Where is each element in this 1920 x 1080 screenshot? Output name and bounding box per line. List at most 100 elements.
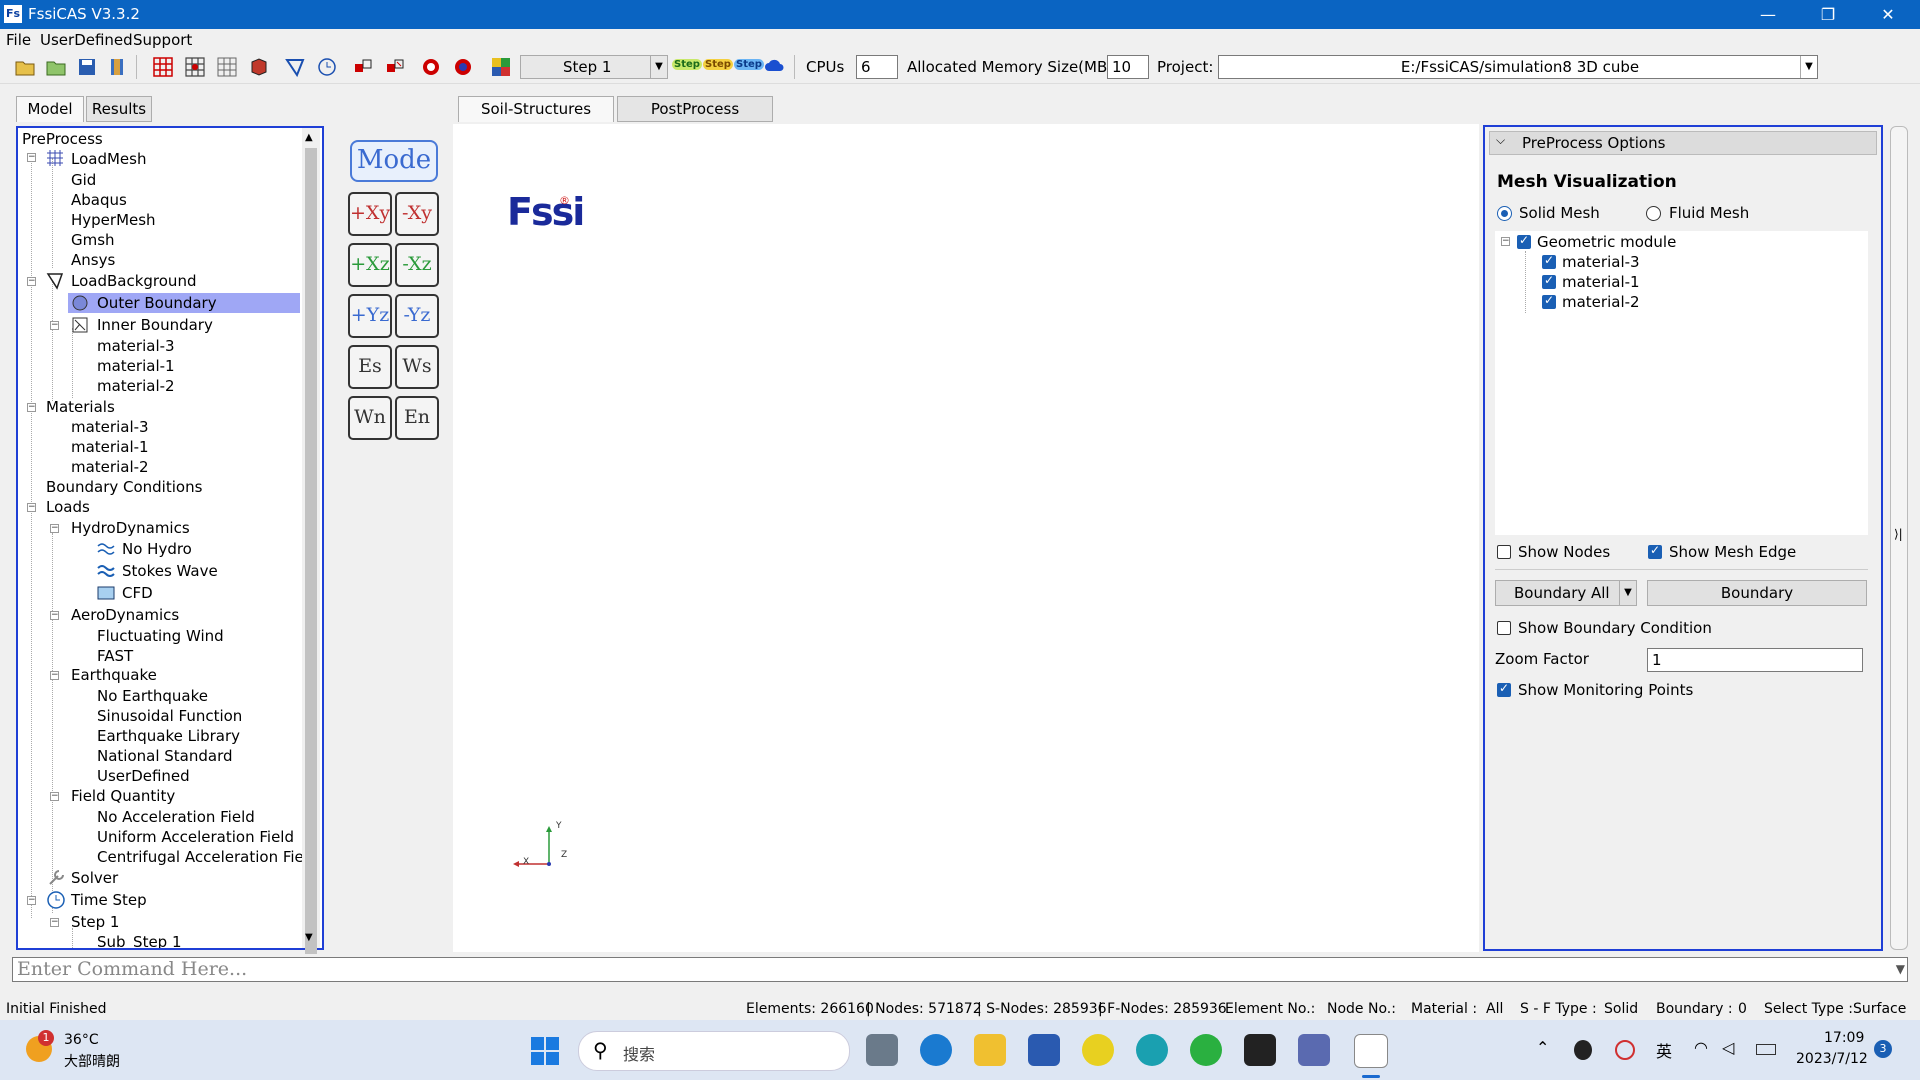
tree-mesh-hypermesh[interactable]: HyperMesh — [71, 211, 156, 229]
view-plus-xy-button[interactable]: +Xy — [348, 192, 392, 236]
solid-mesh-radio[interactable] — [1497, 206, 1512, 221]
tree-field-quantity[interactable]: Field Quantity — [71, 787, 175, 805]
tab-soil-structures[interactable]: Soil-Structures — [458, 96, 614, 122]
tree-stokes-wave[interactable]: Stokes Wave — [122, 562, 218, 580]
tree-loads[interactable]: Loads — [46, 498, 90, 516]
tree-boundary-conditions[interactable]: Boundary Conditions — [46, 478, 202, 496]
show-boundary-condition-checkbox[interactable] — [1497, 621, 1511, 635]
collapse-icon[interactable]: − — [50, 611, 59, 620]
tree-mesh-ansys[interactable]: Ansys — [71, 251, 115, 269]
wechat-icon[interactable] — [1190, 1034, 1222, 1066]
tree-fast[interactable]: FAST — [97, 647, 133, 665]
view-wn-button[interactable]: Wn — [348, 396, 392, 440]
show-monitoring-points-checkbox[interactable] — [1497, 681, 1511, 697]
speaker-icon[interactable]: ◁ — [1722, 1038, 1734, 1057]
mesh-grid-icon[interactable] — [216, 56, 238, 78]
tree-material-3[interactable]: material-3 — [71, 418, 149, 436]
tree-cfd[interactable]: CFD — [122, 584, 153, 602]
tree-step-1[interactable]: Step 1 — [71, 913, 119, 931]
mesh-grid-red-icon[interactable] — [152, 56, 174, 78]
view-es-button[interactable]: Es — [348, 345, 392, 389]
show-mesh-edge-checkbox[interactable] — [1648, 543, 1662, 559]
ime-indicator[interactable]: 英 — [1656, 1038, 1672, 1062]
tree-earthquake[interactable]: Earthquake — [71, 666, 157, 684]
tree-sinusoidal-function[interactable]: Sinusoidal Function — [97, 707, 242, 725]
tree-materials[interactable]: Materials — [46, 398, 115, 416]
tree-material-2[interactable]: material-2 — [71, 458, 149, 476]
collapse-icon[interactable]: − — [27, 503, 36, 512]
terminal-icon[interactable] — [1244, 1034, 1276, 1066]
close-button[interactable]: ✕ — [1860, 0, 1916, 29]
remove-structure-icon[interactable] — [384, 56, 406, 78]
material-color-icon[interactable] — [490, 56, 512, 78]
collapse-icon[interactable]: − — [1501, 237, 1510, 246]
collapse-icon[interactable]: − — [50, 792, 59, 801]
view-plus-yz-button[interactable]: +Yz — [348, 294, 392, 338]
geo-material-3-checkbox[interactable] — [1542, 253, 1556, 269]
scroll-up-icon[interactable]: ▲ — [305, 132, 313, 143]
menu-file[interactable]: File — [6, 31, 31, 49]
tree-mesh-abaqus[interactable]: Abaqus — [71, 191, 127, 209]
cpus-input[interactable]: 6 — [856, 55, 898, 79]
tree-preprocess[interactable]: PreProcess — [22, 130, 103, 148]
collapse-icon[interactable]: − — [27, 277, 36, 286]
collapse-right-icon[interactable]: ⟩| — [1894, 527, 1903, 541]
step-stop-button[interactable]: Step — [734, 59, 764, 70]
qq-icon[interactable] — [1574, 1040, 1592, 1060]
view-minus-xz-button[interactable]: -Xz — [395, 243, 439, 287]
fssicas-taskbar-icon[interactable] — [1354, 1034, 1388, 1068]
save-as-icon[interactable] — [106, 56, 128, 78]
view-ws-button[interactable]: Ws — [395, 345, 439, 389]
clock-time[interactable]: 17:09 — [1824, 1030, 1864, 1046]
wifi-icon[interactable]: ◠ — [1694, 1038, 1708, 1057]
fluid-mesh-radio[interactable] — [1646, 206, 1661, 221]
view-en-button[interactable]: En — [395, 396, 439, 440]
collapse-icon[interactable]: − — [50, 918, 59, 927]
tree-time-step[interactable]: Time Step — [71, 891, 147, 909]
collapse-icon[interactable]: − — [50, 524, 59, 533]
step-select[interactable]: Step 1 ▼ — [520, 55, 668, 79]
app-icon[interactable] — [1298, 1034, 1330, 1066]
clock-date[interactable]: 2023/7/12 — [1796, 1051, 1868, 1067]
view-minus-xy-button[interactable]: -Xy — [395, 192, 439, 236]
tab-postprocess[interactable]: PostProcess — [617, 96, 773, 122]
view-minus-yz-button[interactable]: -Yz — [395, 294, 439, 338]
tree-inner-material-2[interactable]: material-2 — [97, 377, 175, 395]
tree-no-hydro[interactable]: No Hydro — [122, 540, 192, 558]
tree-loadmesh[interactable]: LoadMesh — [71, 150, 146, 168]
tree-outer-boundary[interactable]: Outer Boundary — [97, 294, 217, 312]
tree-no-earthquake[interactable]: No Earthquake — [97, 687, 208, 705]
monitor-point-icon[interactable] — [420, 56, 442, 78]
tree-centrifugal-acceleration-field[interactable]: Centrifugal Acceleration Field — [97, 848, 317, 866]
tree-earthquake-library[interactable]: Earthquake Library — [97, 727, 240, 745]
step-run-button[interactable]: Step — [672, 59, 702, 70]
tree-scrollbar[interactable]: ▲ ▼ — [302, 128, 320, 954]
tree-loadbackground[interactable]: LoadBackground — [71, 272, 196, 290]
tree-hydrodynamics[interactable]: HydroDynamics — [71, 519, 190, 537]
side-collapse-strip[interactable]: ⟩| — [1890, 126, 1908, 950]
show-nodes-checkbox[interactable] — [1497, 545, 1511, 559]
notification-badge[interactable]: 3 — [1874, 1040, 1892, 1058]
chrome-icon[interactable] — [1082, 1034, 1114, 1066]
store-icon[interactable] — [1028, 1034, 1060, 1066]
3d-viewport[interactable]: Fssi ® Y X Z — [453, 124, 1479, 952]
sync-icon[interactable] — [1615, 1040, 1635, 1060]
browser-icon[interactable] — [920, 1034, 952, 1066]
scroll-thumb[interactable] — [305, 148, 317, 954]
tree-inner-material-1[interactable]: material-1 — [97, 357, 175, 375]
collapse-icon[interactable]: − — [50, 671, 59, 680]
minimize-button[interactable]: — — [1740, 0, 1796, 29]
taskbar-search[interactable]: ⚲ 搜索 — [578, 1031, 850, 1071]
open-folder-icon[interactable] — [14, 56, 36, 78]
file-explorer-icon[interactable] — [974, 1034, 1006, 1066]
boundary-select-icon[interactable] — [284, 56, 306, 78]
project-select[interactable]: E:/FssiCAS/simulation8 3D cube ▼ — [1218, 55, 1818, 79]
collapse-icon[interactable]: − — [27, 896, 36, 905]
geometric-module-checkbox[interactable] — [1517, 233, 1531, 249]
tree-fluctuating-wind[interactable]: Fluctuating Wind — [97, 627, 224, 645]
tree-national-standard[interactable]: National Standard — [97, 747, 233, 765]
memory-input[interactable]: 10 — [1107, 55, 1149, 79]
tree-aerodynamics[interactable]: AeroDynamics — [71, 606, 179, 624]
tree-mesh-gmsh[interactable]: Gmsh — [71, 231, 115, 249]
boundary-all-select[interactable]: Boundary All ▼ — [1495, 580, 1637, 606]
